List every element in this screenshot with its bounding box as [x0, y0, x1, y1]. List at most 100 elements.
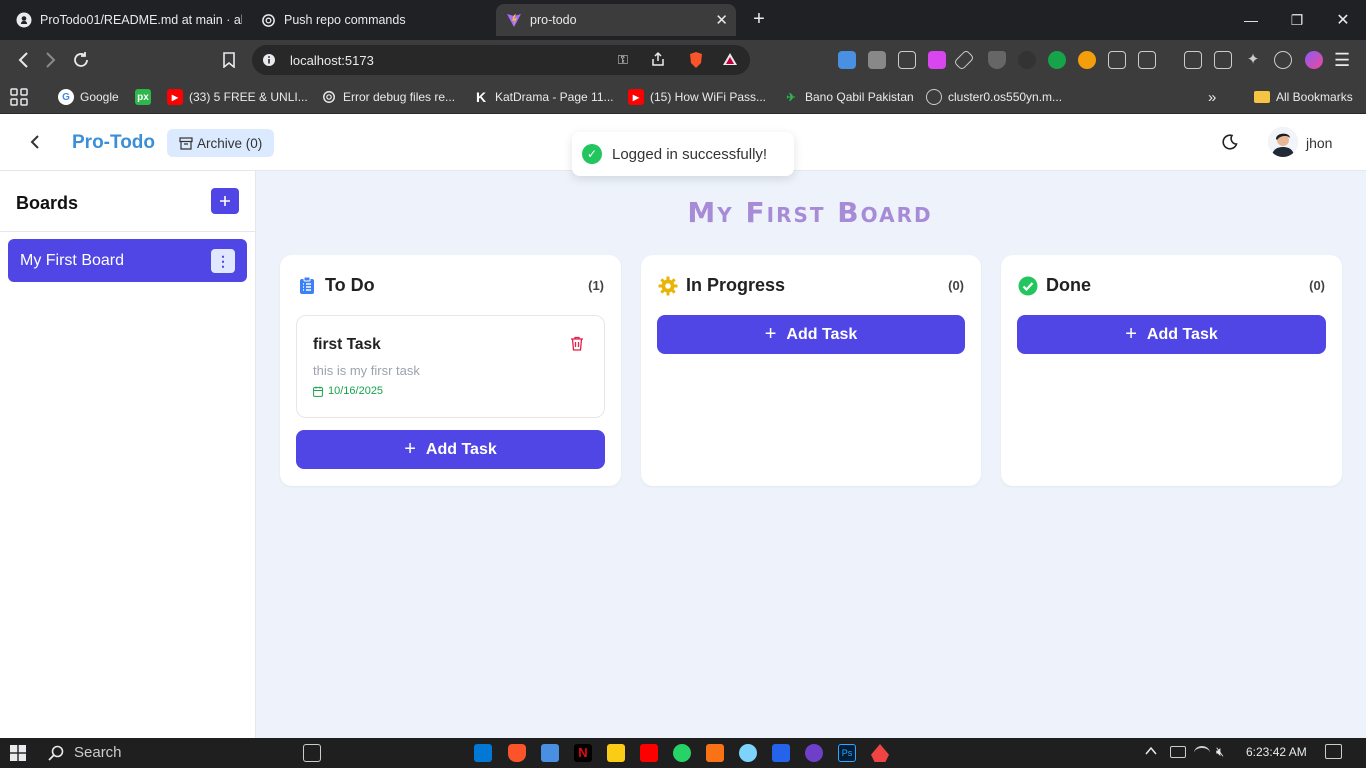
add-board-button[interactable] — [211, 188, 239, 214]
add-task-button[interactable]: + Add Task — [296, 430, 605, 469]
windows-start-icon[interactable] — [10, 745, 26, 766]
back-icon[interactable] — [10, 48, 36, 72]
moon-extension-icon[interactable] — [1018, 51, 1036, 69]
more-vertical-icon[interactable]: ⋮ — [211, 249, 235, 273]
plus-icon: + — [764, 323, 777, 345]
browser-tab-pro-todo[interactable]: pro-todo ✕ — [496, 4, 736, 36]
taskbar-search[interactable]: Search — [48, 744, 122, 761]
sidebar-toggle-icon[interactable] — [1184, 51, 1202, 69]
bookmark-google[interactable]: G Google — [58, 86, 119, 108]
paint-extension-icon[interactable] — [1078, 51, 1096, 69]
username[interactable]: jhon — [1306, 135, 1332, 151]
bookmark-px[interactable]: px — [135, 86, 157, 108]
app-bird-icon[interactable] — [739, 744, 757, 762]
add-task-button[interactable]: + Add Task — [657, 315, 965, 354]
camera-extension-icon[interactable] — [868, 51, 886, 69]
more-bookmarks-icon[interactable]: » — [1208, 86, 1216, 108]
close-tab-icon[interactable]: ✕ — [715, 11, 728, 29]
search-tab-icon[interactable] — [1138, 51, 1156, 69]
brave-shields-icon[interactable] — [688, 51, 704, 74]
archive-icon — [179, 136, 193, 150]
image-extension-icon[interactable] — [898, 51, 916, 69]
notification-icon[interactable] — [1325, 744, 1342, 759]
vscode-icon[interactable] — [474, 744, 492, 762]
vpn-icon[interactable] — [1274, 51, 1292, 69]
avatar[interactable] — [1268, 127, 1298, 157]
bookmark-cluster[interactable]: cluster0.os550yn.m... — [926, 86, 1062, 108]
collapse-sidebar-icon[interactable] — [30, 133, 40, 154]
app-icon[interactable] — [541, 744, 559, 762]
profile-icon[interactable] — [1305, 51, 1323, 69]
extension-icon[interactable] — [838, 51, 856, 69]
youtube-icon[interactable] — [640, 744, 658, 762]
xampp-icon[interactable] — [706, 744, 724, 762]
bookmark-bano-qabil[interactable]: ✈ Bano Qabil Pakistan — [783, 86, 913, 108]
column-header: Done — [1018, 275, 1091, 296]
bookmark-katdrama[interactable]: K KatDrama - Page 11... — [473, 86, 614, 108]
google-icon: G — [58, 89, 74, 105]
trash-icon[interactable] — [570, 336, 584, 356]
wifi-icon[interactable] — [1194, 746, 1210, 760]
battery-icon[interactable] — [1170, 746, 1186, 758]
address-bar[interactable]: localhost:5173 ⚿ — [252, 45, 750, 75]
minimize-icon[interactable]: — — [1228, 0, 1274, 40]
task-card[interactable]: first Task this is my firsr task 10/16/2… — [296, 315, 605, 418]
check-circle-icon: ✓ — [582, 144, 602, 164]
restore-icon[interactable]: ❐ — [1274, 0, 1320, 40]
bookmark-label: Error debug files re... — [343, 90, 456, 104]
bookmark-youtube-1[interactable]: ▶ (33) 5 FREE & UNLI... — [167, 86, 308, 108]
browser-toolbar: localhost:5173 ⚿ ✦ ☰ — [0, 40, 1366, 80]
whatsapp-icon[interactable] — [673, 744, 691, 762]
app-yellow-icon[interactable] — [607, 744, 625, 762]
menu-icon[interactable]: ☰ — [1334, 50, 1350, 71]
app-red-icon[interactable] — [871, 744, 889, 762]
taskbar-clock[interactable]: 6:23:42 AM — [1246, 745, 1307, 759]
volume-muted-icon[interactable]: 🔇︎ — [1216, 744, 1234, 762]
sidebar-item-my-first-board[interactable]: My First Board ⋮ — [8, 239, 247, 282]
column-header: In Progress — [658, 275, 785, 296]
bookmark-error-debug[interactable]: Error debug files re... — [321, 86, 455, 108]
colorful-extension-icon[interactable] — [1048, 51, 1066, 69]
apps-icon[interactable] — [10, 86, 28, 108]
download-extension-icon[interactable] — [928, 51, 946, 69]
gear-icon — [658, 276, 678, 296]
bookmark-label: cluster0.os550yn.m... — [948, 90, 1063, 104]
bookmark-youtube-2[interactable]: ▶ (15) How WiFi Pass... — [628, 86, 766, 108]
clipboard-list-icon — [297, 276, 317, 296]
key-icon[interactable]: ⚿ — [618, 52, 628, 68]
leo-ai-icon[interactable]: ✦ — [1244, 51, 1262, 69]
chevron-up-icon[interactable] — [1144, 744, 1158, 761]
dropper-extension-icon[interactable] — [953, 49, 975, 71]
youtube-icon: ▶ — [167, 89, 183, 105]
github-icon — [16, 12, 32, 28]
forward-icon[interactable] — [38, 48, 64, 72]
column-name: To Do — [325, 275, 375, 295]
reload-icon[interactable] — [68, 48, 94, 72]
brave-icon[interactable] — [508, 744, 526, 762]
new-tab-button[interactable]: + — [748, 8, 770, 31]
add-task-button[interactable]: + Add Task — [1017, 315, 1326, 354]
browser-tab-push-repo[interactable]: Push repo commands — [250, 4, 490, 36]
netflix-icon[interactable]: N — [574, 744, 592, 762]
bookmark-icon[interactable] — [216, 48, 242, 72]
share-icon[interactable] — [650, 51, 666, 72]
column-count: (1) — [588, 278, 604, 293]
app-logo[interactable]: Pro-Todo — [72, 132, 155, 154]
browser-tab-github[interactable]: ProTodo01/README.md at main · alle — [6, 4, 242, 36]
all-bookmarks-folder[interactable]: All Bookmarks — [1254, 86, 1353, 108]
close-window-icon[interactable]: ✕ — [1320, 0, 1366, 40]
archive-button[interactable]: Archive (0) — [167, 129, 275, 157]
px-icon: px — [135, 89, 151, 105]
photoshop-icon[interactable]: Ps — [838, 744, 856, 762]
bookmark-label: Google — [80, 90, 119, 104]
brave-rewards-icon[interactable] — [722, 51, 738, 72]
task-view-icon[interactable] — [303, 744, 321, 762]
powershell-icon[interactable] — [772, 744, 790, 762]
wallet-icon[interactable] — [1214, 51, 1232, 69]
dark-mode-toggle-icon[interactable] — [1222, 134, 1238, 155]
shield-extension-icon[interactable] — [988, 51, 1006, 69]
github-desktop-icon[interactable] — [805, 744, 823, 762]
k-icon: K — [475, 89, 487, 105]
site-info-icon[interactable] — [262, 53, 276, 72]
extensions-puzzle-icon[interactable] — [1108, 51, 1126, 69]
